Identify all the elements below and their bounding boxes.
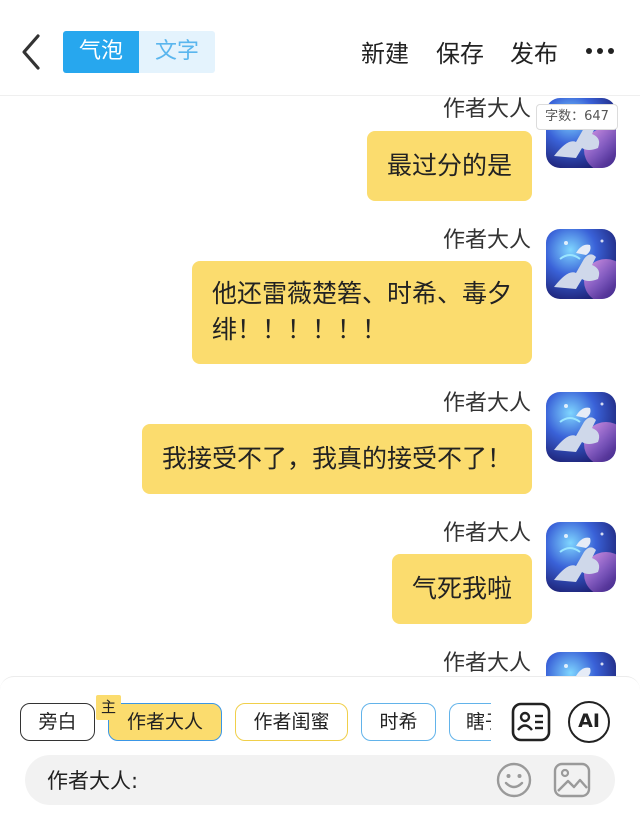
- avatar[interactable]: [546, 652, 616, 676]
- tab-text[interactable]: 文字: [139, 31, 215, 73]
- avatar-image: [546, 522, 616, 592]
- emoji-icon[interactable]: [494, 760, 534, 800]
- character-chip-narration[interactable]: 旁白: [20, 703, 95, 741]
- ai-assist-icon[interactable]: AI: [568, 701, 610, 743]
- avatar[interactable]: [546, 522, 616, 592]
- character-chip[interactable]: 作者闺蜜: [235, 703, 348, 741]
- speaker-name: 作者大人: [442, 651, 531, 676]
- bottom-panel: 旁白 主 作者大人 作者闺蜜 时希 瞎子 AI 作者大人:: [0, 676, 640, 832]
- message-text: 我接受不了，我真的接受不了！: [161, 444, 512, 473]
- message-bubble[interactable]: 我接受不了，我真的接受不了！: [141, 424, 532, 494]
- message-input[interactable]: 作者大人:: [25, 755, 615, 805]
- avatar-image: [546, 392, 616, 462]
- tab-bubble[interactable]: 气泡: [63, 31, 139, 73]
- image-icon[interactable]: [552, 760, 592, 800]
- character-chip[interactable]: 时希: [361, 703, 436, 741]
- speaker-name: 作者大人: [442, 228, 531, 253]
- speaker-name: 作者大人: [442, 391, 531, 416]
- character-chip-selected[interactable]: 作者大人: [108, 703, 222, 741]
- message-bubble[interactable]: 最过分的是: [366, 131, 532, 201]
- character-manage-icon[interactable]: [510, 701, 552, 743]
- avatar-image: [546, 229, 616, 299]
- save-button[interactable]: 保存: [436, 34, 484, 69]
- mode-switch: 气泡 文字: [63, 31, 215, 73]
- publish-button[interactable]: 发布: [510, 34, 558, 69]
- more-options-icon[interactable]: [586, 48, 614, 56]
- avatar-image: [546, 652, 616, 676]
- message-text: 他还雷薇楚箬、时希、毒夕: [211, 279, 512, 308]
- character-chip[interactable]: 瞎子: [449, 703, 491, 741]
- avatar[interactable]: [546, 229, 616, 299]
- speaker-name: 作者大人: [442, 521, 531, 546]
- top-bar: 气泡 文字 新建 保存 发布: [0, 0, 640, 96]
- message-bubble[interactable]: 他还雷薇楚箬、时希、毒夕 绯！！！！！！: [191, 261, 532, 364]
- back-arrow-icon[interactable]: [18, 32, 46, 72]
- message-bubble[interactable]: 气死我啦: [391, 554, 532, 624]
- new-button[interactable]: 新建: [361, 34, 409, 69]
- speaker-name: 作者大人: [442, 97, 531, 122]
- avatar[interactable]: [546, 392, 616, 462]
- chat-area[interactable]: 作者大人 最过分的是 作者大人 他还雷薇楚箬、时希、毒夕 绯！！！！！！ 作者大…: [0, 96, 640, 676]
- message-text: 气死我啦: [411, 574, 512, 603]
- input-speaker-prefix[interactable]: 作者大人:: [47, 765, 138, 795]
- main-character-badge: 主: [96, 695, 121, 720]
- message-text: 绯！！！！！！: [211, 315, 387, 344]
- message-text: 最过分的是: [386, 151, 512, 180]
- word-count-badge: 字数：647: [536, 104, 618, 130]
